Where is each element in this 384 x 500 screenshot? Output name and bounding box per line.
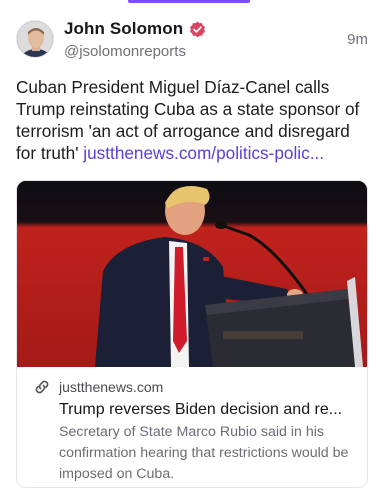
link-preview-image[interactable]: [17, 181, 367, 367]
link-preview-description: Secretary of State Marco Rubio said in h…: [59, 424, 349, 482]
author-block[interactable]: John Solomon @jsolomonreports: [64, 18, 206, 60]
verified-badge-icon: [189, 21, 206, 38]
avatar[interactable]: [16, 20, 54, 58]
link-preview-title[interactable]: Trump reverses Biden decision and re...: [59, 399, 349, 420]
post-body: Cuban President Miguel Díaz-Canel calls …: [16, 76, 368, 164]
display-name[interactable]: John Solomon: [64, 19, 183, 39]
post-timestamp: 9m: [347, 31, 368, 48]
post-card[interactable]: John Solomon @jsolomonreports 9m Cuban P…: [0, 0, 384, 500]
link-icon: [33, 378, 51, 396]
link-preview-body: justthenews.com Trump reverses Biden dec…: [33, 377, 355, 485]
avatar-image: [17, 21, 53, 57]
link-preview-card[interactable]: justthenews.com Trump reverses Biden dec…: [16, 180, 368, 488]
author-handle[interactable]: @jsolomonreports: [64, 43, 206, 60]
post-link[interactable]: justthenews.com/politics-polic...: [83, 143, 324, 163]
link-preview-domain: justthenews.com: [59, 379, 164, 395]
post-header: John Solomon @jsolomonreports 9m: [16, 18, 368, 62]
